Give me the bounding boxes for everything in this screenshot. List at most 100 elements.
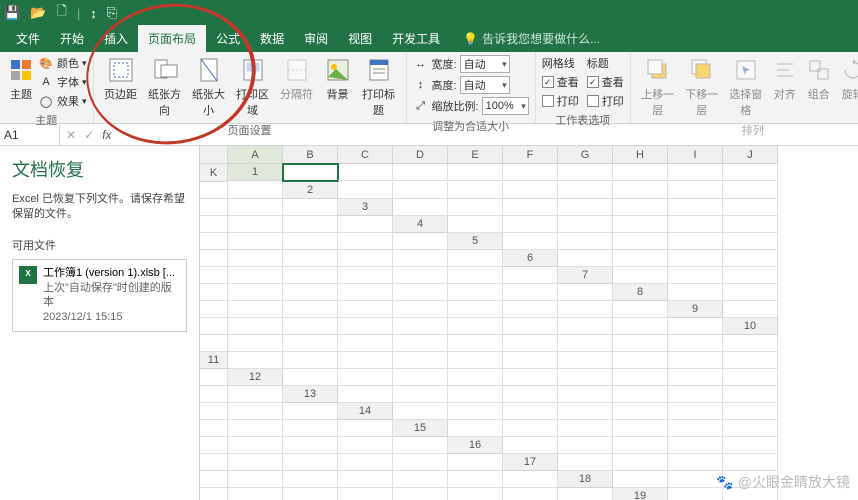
cell-F6[interactable] xyxy=(228,267,283,284)
cell-G11[interactable] xyxy=(558,352,613,369)
cell-A2[interactable] xyxy=(338,182,393,199)
cell-G12[interactable] xyxy=(613,369,668,386)
cell-D1[interactable] xyxy=(448,164,503,181)
cell-B8[interactable] xyxy=(723,284,778,301)
cell-B9[interactable] xyxy=(200,318,228,335)
cell-C10[interactable] xyxy=(283,335,338,352)
col-header-C[interactable]: C xyxy=(338,146,393,164)
open-icon[interactable]: 📂 xyxy=(30,5,46,21)
cell-I14[interactable] xyxy=(228,420,283,437)
cell-J11[interactable] xyxy=(723,352,778,369)
cell-G2[interactable] xyxy=(668,182,723,199)
height-combo[interactable]: 自动 xyxy=(460,76,510,94)
cell-I3[interactable] xyxy=(228,216,283,233)
cell-I13[interactable] xyxy=(200,403,228,420)
cell-G16[interactable] xyxy=(228,454,283,471)
cell-D5[interactable] xyxy=(668,233,723,250)
cell-C14[interactable] xyxy=(503,403,558,420)
cell-A3[interactable] xyxy=(393,199,448,216)
name-box[interactable]: A1 xyxy=(0,124,60,145)
tab-pagelayout[interactable]: 页面布局 xyxy=(138,25,206,52)
cell-G18[interactable] xyxy=(338,488,393,500)
new-icon[interactable]: 🗋 xyxy=(56,2,66,24)
row-header-4[interactable]: 4 xyxy=(393,216,448,233)
col-header-K[interactable]: K xyxy=(200,164,228,182)
cell-C5[interactable] xyxy=(613,233,668,250)
cell-F1[interactable] xyxy=(558,164,613,181)
cell-A9[interactable] xyxy=(723,301,778,318)
group-button[interactable]: 组合 xyxy=(803,54,835,104)
cell-K10[interactable] xyxy=(723,335,778,352)
bringforward-button[interactable]: 上移一层 xyxy=(637,54,679,120)
cell-F11[interactable] xyxy=(503,352,558,369)
cell-J17[interactable] xyxy=(448,471,503,488)
col-header-H[interactable]: H xyxy=(613,146,668,164)
tab-insert[interactable]: 插入 xyxy=(94,25,138,52)
breaks-button[interactable]: 分隔符 xyxy=(276,54,318,104)
cell-E3[interactable] xyxy=(613,199,668,216)
cell-G9[interactable] xyxy=(448,318,503,335)
cell-H1[interactable] xyxy=(668,164,723,181)
cell-K4[interactable] xyxy=(393,233,448,250)
cell-G6[interactable] xyxy=(283,267,338,284)
select-all-corner[interactable] xyxy=(200,146,228,164)
row-header-3[interactable]: 3 xyxy=(338,199,393,216)
row-header-14[interactable]: 14 xyxy=(338,403,393,420)
row-header-1[interactable]: 1 xyxy=(228,164,283,181)
fx-icon[interactable]: fx xyxy=(102,128,111,142)
cell-F4[interactable] xyxy=(723,216,778,233)
cell-J15[interactable] xyxy=(338,437,393,454)
col-header-F[interactable]: F xyxy=(503,146,558,164)
cell-D15[interactable] xyxy=(613,420,668,437)
cell-B14[interactable] xyxy=(448,403,503,420)
cell-C12[interactable] xyxy=(393,369,448,386)
cell-D3[interactable] xyxy=(558,199,613,216)
cell-I5[interactable] xyxy=(338,250,393,267)
cell-H3[interactable] xyxy=(200,216,228,233)
tab-review[interactable]: 审阅 xyxy=(294,25,338,52)
cell-J16[interactable] xyxy=(393,454,448,471)
col-header-J[interactable]: J xyxy=(723,146,778,164)
margins-button[interactable]: 页边距 xyxy=(100,54,142,104)
sort-icon[interactable]: ↕ xyxy=(90,6,97,21)
cell-B3[interactable] xyxy=(448,199,503,216)
printarea-button[interactable]: 打印区域 xyxy=(232,54,274,120)
cell-G5[interactable] xyxy=(228,250,283,267)
cell-E18[interactable] xyxy=(228,488,283,500)
cell-G13[interactable] xyxy=(668,386,723,403)
cell-K6[interactable] xyxy=(503,267,558,284)
fonts-button[interactable]: A字体▾ xyxy=(38,73,87,91)
cell-B19[interactable] xyxy=(723,488,778,500)
row-header-10[interactable]: 10 xyxy=(723,318,778,335)
row-header-13[interactable]: 13 xyxy=(283,386,338,403)
row-header-16[interactable]: 16 xyxy=(448,437,503,454)
cell-G17[interactable] xyxy=(283,471,338,488)
cell-D11[interactable] xyxy=(393,352,448,369)
align-button[interactable]: 对齐 xyxy=(769,54,801,104)
row-header-5[interactable]: 5 xyxy=(448,233,503,250)
size-button[interactable]: 纸张大小 xyxy=(188,54,230,120)
cell-F17[interactable] xyxy=(228,471,283,488)
cell-H9[interactable] xyxy=(503,318,558,335)
cell-F12[interactable] xyxy=(558,369,613,386)
cell-B2[interactable] xyxy=(393,182,448,199)
cell-F14[interactable] xyxy=(668,403,723,420)
headings-print-check[interactable]: 打印 xyxy=(587,92,624,110)
cell-E11[interactable] xyxy=(448,352,503,369)
row-header-11[interactable]: 11 xyxy=(200,352,228,369)
cell-J3[interactable] xyxy=(283,216,338,233)
cell-H5[interactable] xyxy=(283,250,338,267)
cell-F2[interactable] xyxy=(613,182,668,199)
cell-B6[interactable] xyxy=(613,250,668,267)
cell-F3[interactable] xyxy=(668,199,723,216)
cell-F18[interactable] xyxy=(283,488,338,500)
cell-B5[interactable] xyxy=(558,233,613,250)
row-header-15[interactable]: 15 xyxy=(393,420,448,437)
cell-J7[interactable] xyxy=(503,284,558,301)
row-header-19[interactable]: 19 xyxy=(613,488,668,500)
cell-F9[interactable] xyxy=(393,318,448,335)
cell-H12[interactable] xyxy=(668,369,723,386)
cell-A1[interactable] xyxy=(283,164,338,181)
cell-J12[interactable] xyxy=(200,386,228,403)
cell-H16[interactable] xyxy=(283,454,338,471)
